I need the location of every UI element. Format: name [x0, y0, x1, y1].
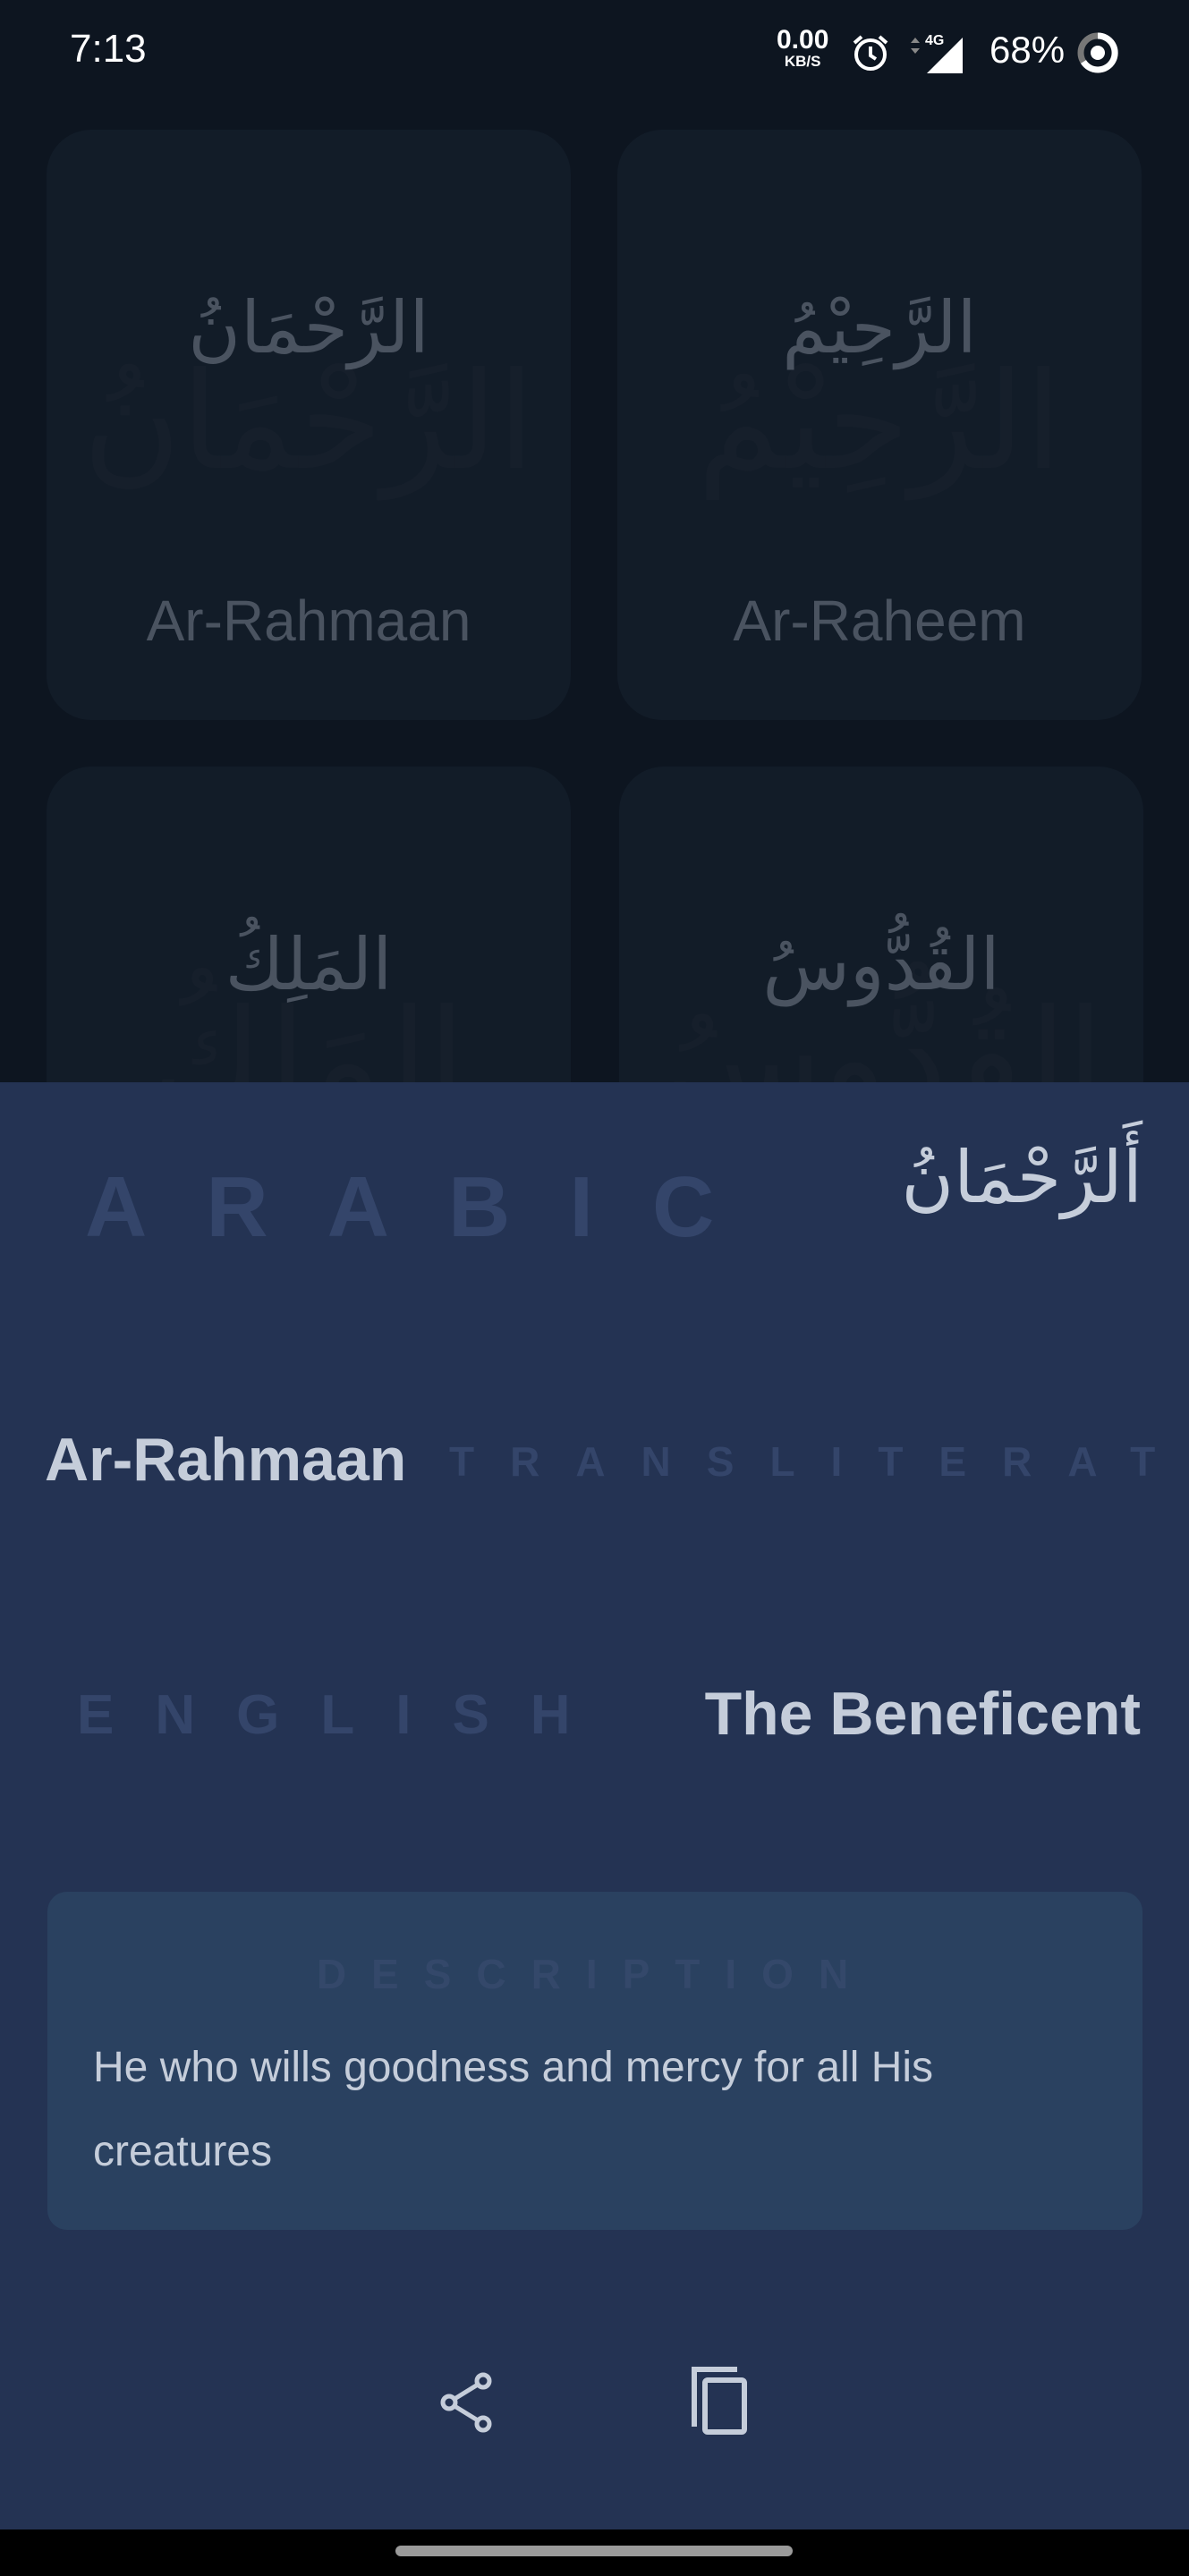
status-bar: 7:13 0.00 KB/S 4G 68%: [0, 0, 1189, 107]
status-time: 7:13: [70, 27, 147, 71]
card-arabic: المَلِكُ: [225, 923, 393, 1006]
card-transliteration: Ar-Rahmaan: [146, 589, 471, 653]
arabic-name: أَلرَّحْمَانُ: [901, 1136, 1142, 1219]
detail-bottom-sheet: ARABIC أَلرَّحْمَانُ Ar-Rahmaan TRANSLIT…: [0, 1082, 1189, 2529]
card-transliteration: Ar-Raheem: [733, 589, 1026, 653]
net-speed-unit: KB/S: [784, 53, 821, 70]
battery-percent: 68%: [989, 29, 1066, 71]
card-arabic: القُدُّوسُ: [762, 923, 1000, 1006]
share-icon[interactable]: [438, 2370, 496, 2435]
home-gesture-handle[interactable]: [395, 2546, 793, 2556]
transliteration-value: Ar-Rahmaan: [45, 1426, 407, 1494]
card-arabic: الرَّحِيْمُ: [782, 286, 977, 369]
name-card-ar-rahmaan[interactable]: الرَّحْمَانُ الرَّحْمَانُ Ar-Rahmaan: [47, 130, 571, 720]
description-text: He who wills goodness and mercy for all …: [93, 2044, 934, 2175]
description-box: DESCRIPTION He who wills goodness and me…: [47, 1892, 1142, 2230]
english-label: ENGLISH: [77, 1684, 612, 1746]
network-type: 4G: [925, 33, 944, 48]
name-card-ar-raheem[interactable]: الرَّحِيْمُ الرَّحِيْمُ Ar-Raheem: [617, 130, 1142, 720]
transliteration-label: TRANSLITERATION: [449, 1438, 1189, 1485]
english-meaning: The Beneficent: [704, 1680, 1141, 1748]
alarm-icon: [853, 35, 888, 71]
battery-icon: [1077, 32, 1118, 73]
signal-4g-icon: 4G: [911, 33, 963, 73]
copy-icon[interactable]: [689, 2366, 752, 2437]
net-speed: 0.00 KB/S: [777, 25, 829, 70]
arabic-label: ARABIC: [85, 1159, 774, 1255]
description-label: DESCRIPTION: [316, 1951, 874, 1997]
net-speed-value: 0.00: [777, 25, 829, 55]
card-arabic: الرَّحْمَانُ: [188, 286, 429, 369]
